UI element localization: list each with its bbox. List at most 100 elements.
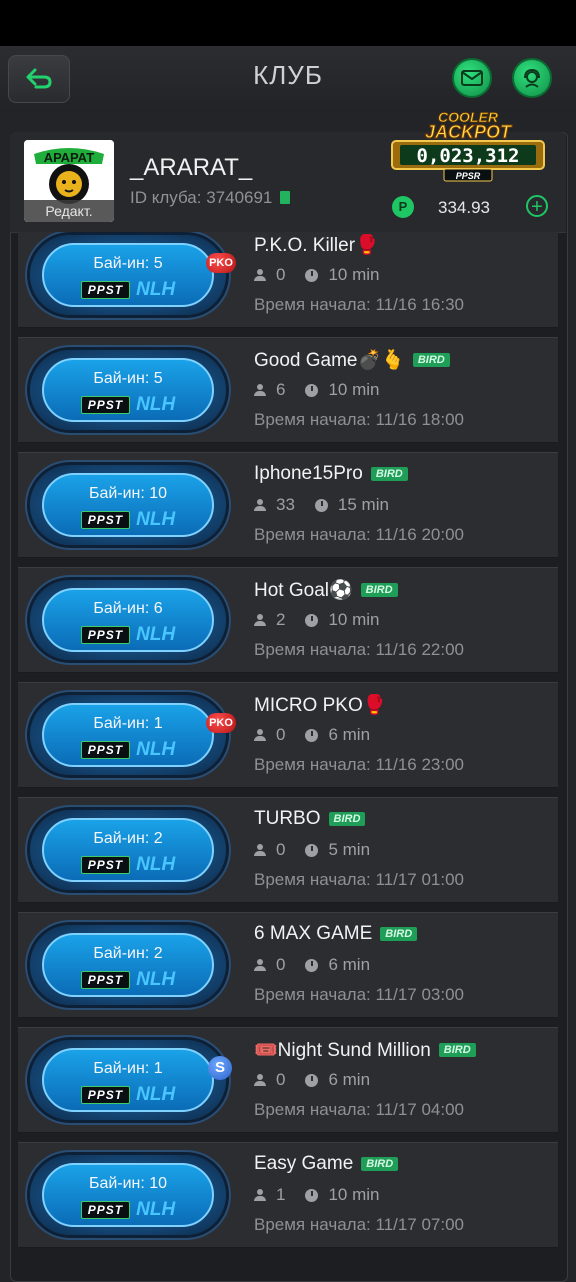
tournament-name: 🎟️Night Sund Million BIRD xyxy=(254,1038,476,1062)
tournament-title: 🎟️Night Sund Million xyxy=(254,1040,431,1061)
ppst-badge: PPST xyxy=(80,971,131,989)
tournament-title: TURBO xyxy=(254,808,321,829)
poker-table-icon: Бай-ин: 10 PPST NLH xyxy=(30,1155,226,1235)
players-icon xyxy=(254,729,266,741)
poker-table-icon: Бай-ин: 2 PPST NLH xyxy=(30,925,226,1005)
start-time: Время начала: 11/16 22:00 xyxy=(254,640,465,659)
top-bar: КЛУБ xyxy=(0,46,576,112)
table-felt: Бай-ин: 6 PPST NLH xyxy=(42,588,214,652)
players-icon xyxy=(254,499,266,511)
start-time: Время начала: 11/17 03:00 xyxy=(254,985,465,1004)
tournament-card[interactable]: Бай-ин: 5 PPST NLH PKO P.K.O. Killer🥊 0 … xyxy=(18,232,558,328)
mail-icon xyxy=(461,70,483,86)
poker-table-icon: Бай-ин: 1 PPST NLH xyxy=(30,1040,226,1120)
start-time: Время начала: 11/16 16:30 xyxy=(254,295,465,314)
players-icon xyxy=(254,269,266,281)
coin-icon: P xyxy=(392,196,414,218)
table-felt: Бай-ин: 10 PPST NLH xyxy=(42,1163,214,1227)
player-count: 33 xyxy=(276,495,295,514)
tournament-card[interactable]: Бай-ин: 10 PPST NLH Iphone15Pro BIRD 33 1… xyxy=(18,452,558,558)
tournament-card[interactable]: Бай-ин: 10 PPST NLH Easy Game BIRD 1 10 m… xyxy=(18,1142,558,1248)
mail-button[interactable] xyxy=(452,58,492,98)
ppst-badge: PPST xyxy=(80,626,131,644)
tournament-name: MICRO PKO🥊 xyxy=(254,693,386,717)
tournament-card[interactable]: Бай-ин: 2 PPST NLH TURBO BIRD 0 5 min Вре… xyxy=(18,797,558,903)
player-count: 0 xyxy=(276,840,286,859)
players-icon xyxy=(254,959,266,971)
game-type: NLH xyxy=(136,1084,176,1105)
tournament-stats: 0 6 min xyxy=(254,955,370,975)
tournament-title: Iphone15Pro xyxy=(254,463,363,484)
players-icon xyxy=(254,844,266,856)
edit-club-button[interactable]: Редакт. xyxy=(24,200,114,222)
tournament-card[interactable]: Бай-ин: 5 PPST NLH Good Game💣🫰 BIRD 6 10 … xyxy=(18,337,558,443)
pko-badge: PKO xyxy=(206,713,236,733)
poker-table-icon: Бай-ин: 6 PPST NLH xyxy=(30,580,226,660)
bird-badge: BIRD xyxy=(361,1157,399,1171)
club-header: АРАРАТ Редакт. _ARARAT_ ID клуба: 374069… xyxy=(10,109,566,233)
tournament-name: Good Game💣🫰 BIRD xyxy=(254,348,450,372)
clock-icon xyxy=(305,383,319,397)
table-felt: Бай-ин: 5 PPST NLH xyxy=(42,243,214,307)
level-duration: 10 min xyxy=(328,610,380,629)
buyin-label: Бай-ин: 10 xyxy=(88,1175,168,1192)
tournament-list[interactable]: Бай-ин: 5 PPST NLH PKO P.K.O. Killer🥊 0 … xyxy=(18,232,558,1280)
game-type: NLH xyxy=(136,739,176,760)
jackpot-graphic: COOLER JACKPOT 0,023,312 PPSR xyxy=(391,109,545,182)
svg-text:АРАРАТ: АРАРАТ xyxy=(44,150,95,165)
player-count: 0 xyxy=(276,725,286,744)
game-type: NLH xyxy=(136,969,176,990)
bird-badge: BIRD xyxy=(412,353,450,367)
tournament-stats: 1 10 min xyxy=(254,1185,380,1205)
bird-badge: BIRD xyxy=(438,1043,476,1057)
satellite-badge: S xyxy=(208,1056,232,1080)
level-duration: 5 min xyxy=(328,840,371,859)
poker-table-icon: Бай-ин: 5 PPST NLH xyxy=(30,350,226,430)
buyin-label: Бай-ин: 1 xyxy=(93,1060,163,1077)
tournament-card[interactable]: Бай-ин: 2 PPST NLH 6 MAX GAME BIRD 0 6 mi… xyxy=(18,912,558,1018)
jackpot-banner[interactable]: COOLER JACKPOT 0,023,312 PPSR xyxy=(388,108,548,182)
tournament-card[interactable]: Бай-ин: 1 PPST NLH S 🎟️Night Sund Millio… xyxy=(18,1027,558,1133)
support-button[interactable] xyxy=(512,58,552,98)
buyin-label: Бай-ин: 2 xyxy=(93,830,163,847)
bird-badge: BIRD xyxy=(370,467,408,481)
table-felt: Бай-ин: 10 PPST NLH xyxy=(42,473,214,537)
buyin-label: Бай-ин: 10 xyxy=(88,485,168,502)
ppst-badge: PPST xyxy=(80,281,131,299)
start-time: Время начала: 11/17 04:00 xyxy=(254,1100,465,1119)
start-time: Время начала: 11/17 01:00 xyxy=(254,870,465,889)
game-type: NLH xyxy=(136,854,176,875)
game-badge: PPST NLH xyxy=(44,854,212,876)
tournament-card[interactable]: Бай-ин: 1 PPST NLH PKO MICRO PKO🥊 0 6 mi… xyxy=(18,682,558,788)
player-count: 0 xyxy=(276,955,286,974)
start-time: Время начала: 11/17 07:00 xyxy=(254,1215,465,1234)
clock-icon xyxy=(305,613,319,627)
tournament-name: 6 MAX GAME BIRD xyxy=(254,923,418,945)
svg-text:JACKPOT: JACKPOT xyxy=(425,122,513,142)
tournament-name: Easy Game BIRD xyxy=(254,1153,399,1175)
game-type: NLH xyxy=(136,1199,176,1220)
add-balance-button[interactable]: + xyxy=(526,195,548,217)
copy-icon[interactable] xyxy=(280,191,291,204)
tournament-stats: 2 10 min xyxy=(254,610,380,630)
clock-icon xyxy=(305,958,319,972)
bird-badge: BIRD xyxy=(360,583,398,597)
balance: P 334.93 + xyxy=(392,194,552,224)
game-badge: PPST NLH xyxy=(44,1084,212,1106)
level-duration: 10 min xyxy=(328,265,380,284)
poker-table-icon: Бай-ин: 2 PPST NLH xyxy=(30,810,226,890)
game-badge: PPST NLH xyxy=(44,969,212,991)
club-name: _ARARAT_ xyxy=(130,154,253,181)
game-badge: PPST NLH xyxy=(44,394,212,416)
bird-badge: BIRD xyxy=(380,927,418,941)
status-bar xyxy=(0,0,576,46)
level-duration: 6 min xyxy=(328,1070,371,1089)
tournament-title: P.K.O. Killer🥊 xyxy=(254,235,379,256)
buyin-label: Бай-ин: 5 xyxy=(93,255,163,272)
ppst-badge: PPST xyxy=(80,1201,131,1219)
tournament-card[interactable]: Бай-ин: 6 PPST NLH Hot Goal⚽ BIRD 2 10 mi… xyxy=(18,567,558,673)
club-logo[interactable]: АРАРАТ Редакт. xyxy=(24,140,114,222)
tournament-stats: 0 6 min xyxy=(254,1070,370,1090)
game-badge: PPST NLH xyxy=(44,279,212,301)
svg-text:0,023,312: 0,023,312 xyxy=(417,145,520,167)
